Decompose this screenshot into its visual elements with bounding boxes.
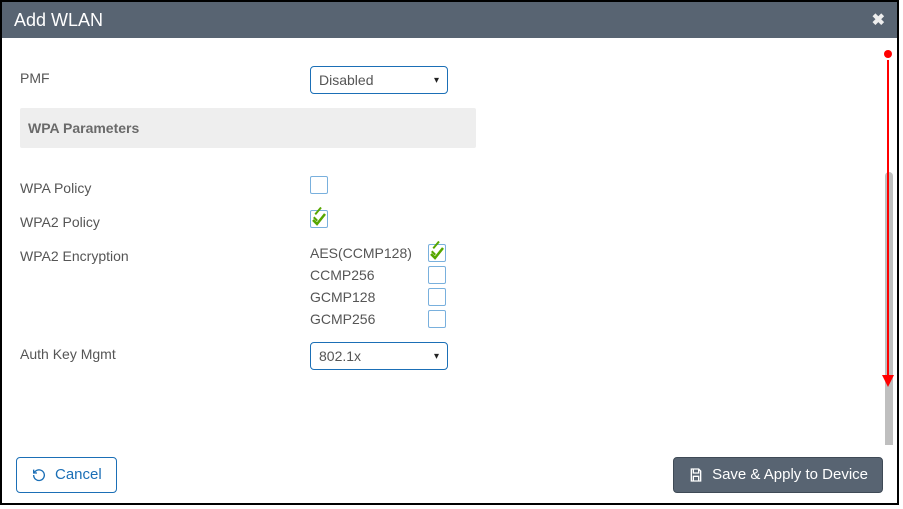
row-wpa-policy: WPA Policy [20, 176, 879, 196]
pmf-select[interactable]: Disabled ▾ [310, 66, 448, 94]
wpa2-policy-checkbox[interactable] [310, 210, 328, 228]
pmf-label: PMF [20, 66, 310, 86]
add-wlan-modal: Add WLAN ✖ PMF Disabled ▾ WPA Parameters… [0, 0, 899, 505]
modal-footer: Cancel Save & Apply to Device [2, 445, 897, 503]
row-wpa2-encryption: WPA2 Encryption AES(CCMP128) CCMP256 GCMP1… [20, 244, 879, 328]
title-bar: Add WLAN ✖ [2, 2, 897, 38]
auth-key-select-value: 802.1x [319, 348, 361, 364]
chevron-down-icon: ▾ [434, 75, 439, 86]
close-icon[interactable]: ✖ [872, 10, 885, 30]
encryption-option-checkbox[interactable] [428, 244, 446, 262]
save-icon [688, 467, 704, 483]
modal-body: PMF Disabled ▾ WPA Parameters WPA Policy… [2, 38, 897, 445]
chevron-down-icon: ▾ [434, 351, 439, 362]
undo-icon [31, 467, 47, 483]
save-apply-button-label: Save & Apply to Device [712, 466, 868, 483]
wpa2-policy-label: WPA2 Policy [20, 210, 310, 230]
cancel-button[interactable]: Cancel [16, 457, 117, 493]
encryption-option-label: CCMP256 [310, 267, 420, 283]
wpa2-encryption-label: WPA2 Encryption [20, 244, 310, 264]
wpa-parameters-header: WPA Parameters [20, 108, 476, 148]
cancel-button-label: Cancel [55, 466, 102, 483]
auth-key-label: Auth Key Mgmt [20, 342, 310, 362]
row-pmf: PMF Disabled ▾ [20, 66, 879, 94]
row-auth-key: Auth Key Mgmt 802.1x ▾ [20, 342, 879, 370]
encryption-option-label: GCMP256 [310, 311, 420, 327]
encryption-option-checkbox[interactable] [428, 288, 446, 306]
pmf-select-value: Disabled [319, 72, 373, 88]
encryption-option-checkbox[interactable] [428, 266, 446, 284]
wpa-policy-checkbox[interactable] [310, 176, 328, 194]
scrollbar-thumb[interactable] [885, 172, 893, 445]
modal-title: Add WLAN [14, 10, 103, 31]
row-wpa2-policy: WPA2 Policy [20, 210, 879, 230]
auth-key-select[interactable]: 802.1x ▾ [310, 342, 448, 370]
encryption-option-label: AES(CCMP128) [310, 245, 420, 261]
encryption-option-label: GCMP128 [310, 289, 420, 305]
wpa-policy-label: WPA Policy [20, 176, 310, 196]
scrollbar[interactable] [885, 42, 893, 441]
encryption-option-checkbox[interactable] [428, 310, 446, 328]
save-apply-button[interactable]: Save & Apply to Device [673, 457, 883, 493]
wpa2-encryption-list: AES(CCMP128) CCMP256 GCMP128 GCMP256 [310, 244, 879, 328]
